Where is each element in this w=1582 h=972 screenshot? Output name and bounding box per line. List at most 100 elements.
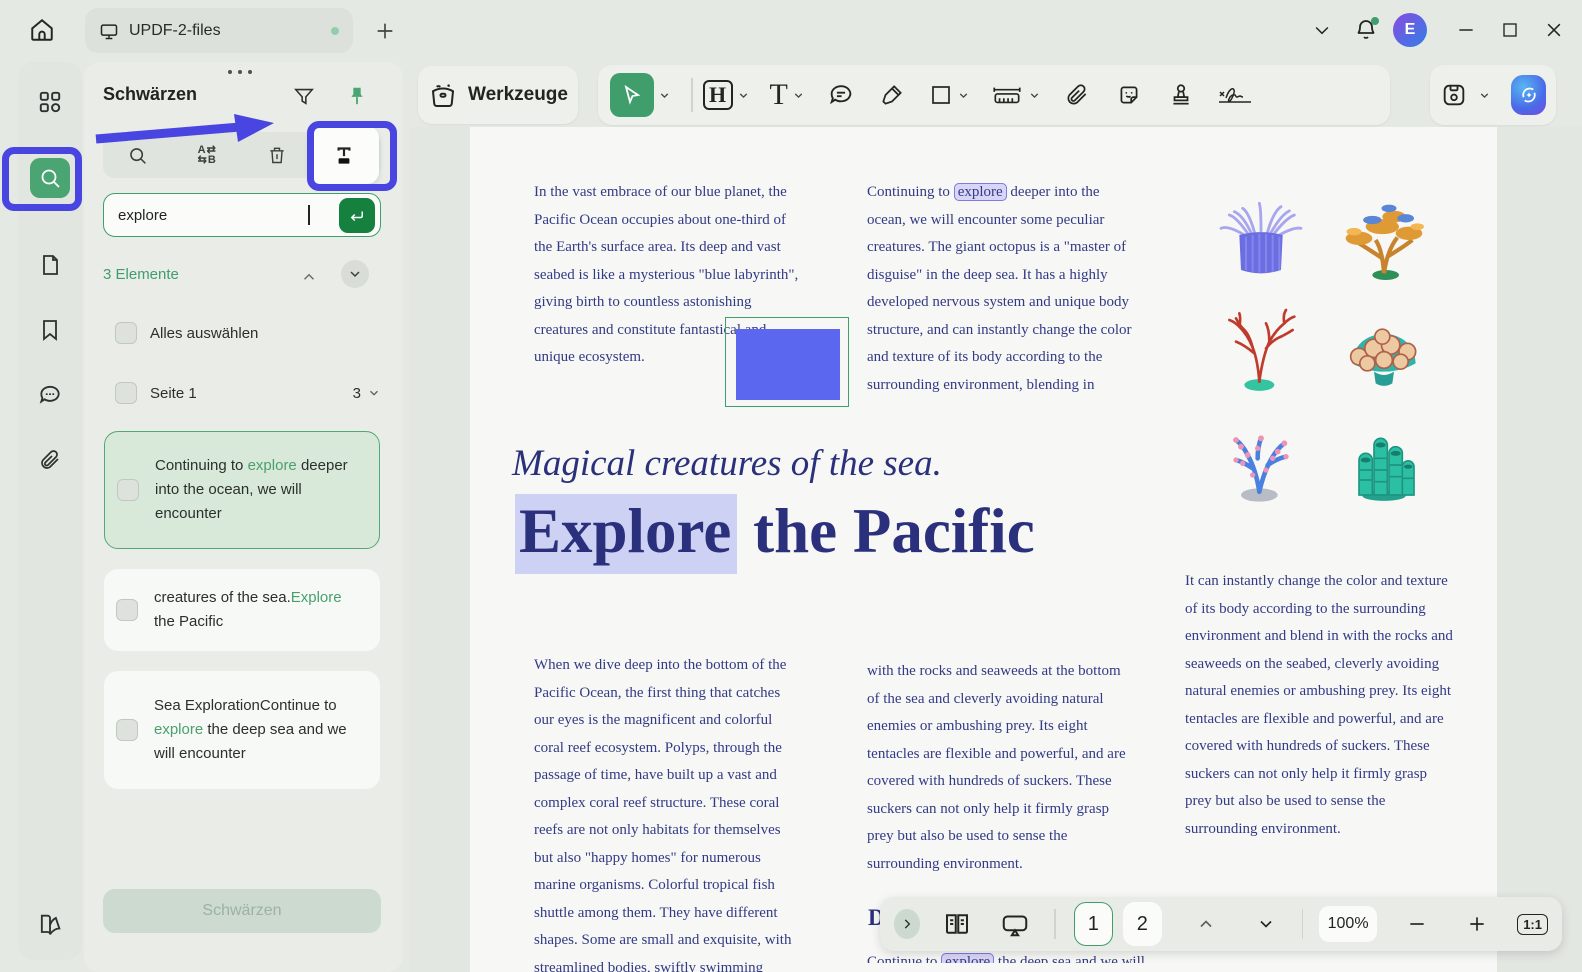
rail-comments-button[interactable] [30, 375, 70, 415]
search-result-item[interactable]: Sea ExplorationContinue to explore the d… [104, 671, 380, 789]
search-input[interactable] [104, 207, 314, 224]
expand-bar-button[interactable] [894, 909, 920, 939]
bookmark-icon [38, 318, 62, 342]
collapse-toolbar-button[interactable] [1300, 8, 1344, 52]
result-3-checkbox[interactable] [116, 719, 138, 741]
pin-button[interactable] [346, 85, 368, 107]
pen-tool-button[interactable] [879, 82, 905, 108]
annotation-toolbar: H T [598, 65, 1390, 125]
page-navigation-bar: 1 2 100% 1:1 [880, 897, 1562, 951]
rail-reader-mode-button[interactable] [30, 905, 70, 945]
save-dropdown[interactable] [1478, 89, 1491, 102]
next-page-button[interactable] [1256, 914, 1276, 934]
text-tool-dropdown[interactable] [792, 89, 805, 102]
zoom-out-button[interactable] [1407, 914, 1427, 934]
ai-assistant-button[interactable] [1511, 75, 1546, 115]
attach-tool-button[interactable] [1064, 82, 1090, 108]
annotation-box-search [2, 147, 82, 211]
save-button[interactable] [1440, 81, 1468, 109]
select-tool-button[interactable] [610, 73, 654, 117]
plus-icon [374, 20, 396, 42]
presentation-button[interactable] [1000, 909, 1030, 939]
open-book-icon [36, 911, 64, 939]
result-1-text: Continuing to explore deeper into the oc… [155, 454, 365, 526]
document-viewport[interactable]: In the vast embrace of our blue planet, … [410, 127, 1582, 972]
two-page-view-button[interactable] [942, 909, 972, 939]
redact-apply-button[interactable]: Schwärzen [103, 889, 381, 933]
tools-menu-button[interactable]: Werkzeuge [418, 66, 578, 124]
filter-icon [293, 85, 315, 107]
coral-image-mushroom [1323, 292, 1446, 402]
result-2-checkbox[interactable] [116, 599, 138, 621]
coral-image-red-fan [1200, 292, 1323, 402]
highlight-tool-dropdown[interactable] [737, 89, 750, 102]
rail-attachments-button[interactable] [30, 440, 70, 480]
signature-tool-button[interactable] [1217, 81, 1253, 109]
actual-size-button[interactable]: 1:1 [1517, 914, 1548, 935]
select-all-checkbox[interactable] [115, 322, 137, 344]
search-result-item[interactable]: Continuing to explore deeper into the oc… [104, 431, 380, 549]
page-1-button[interactable]: 1 [1074, 902, 1113, 946]
maximize-button[interactable] [1488, 8, 1532, 52]
previous-result-button[interactable] [300, 268, 322, 286]
home-button[interactable] [24, 12, 60, 48]
chevron-up-icon [300, 268, 318, 286]
chevron-down-icon [658, 89, 671, 102]
redaction-selection[interactable] [725, 317, 849, 407]
measure-tool-dropdown[interactable] [1028, 89, 1041, 102]
coral-image-anemone [1200, 182, 1323, 292]
page-2-button[interactable]: 2 [1123, 902, 1162, 946]
home-icon [29, 17, 55, 43]
search-result-item[interactable]: creatures of the sea.Explore the Pacific [104, 569, 380, 651]
coral-image-tube-sponge [1323, 402, 1446, 512]
minimize-button[interactable] [1444, 8, 1488, 52]
rail-pages-button[interactable] [30, 245, 70, 285]
redact-panel: Schwärzen A⇄⇆B [84, 62, 403, 972]
stamp-tool-button[interactable] [1168, 82, 1194, 108]
coral-image-grid [1200, 182, 1445, 512]
close-button[interactable] [1532, 8, 1576, 52]
select-tool-dropdown[interactable] [658, 89, 671, 102]
comment-tool-button[interactable] [827, 81, 855, 109]
zoom-in-button[interactable] [1467, 914, 1487, 934]
pdf-page-1: In the vast embrace of our blue planet, … [470, 127, 1497, 972]
document-tab[interactable]: UPDF-2-files [85, 8, 353, 53]
filter-button[interactable] [293, 85, 315, 107]
signature-icon [1217, 81, 1253, 109]
sticker-tool-button[interactable] [1116, 82, 1142, 108]
page-1-checkbox[interactable] [115, 382, 137, 404]
ruler-icon [990, 80, 1024, 110]
rail-bookmarks-button[interactable] [30, 310, 70, 350]
redaction-rectangle[interactable] [736, 329, 840, 400]
notifications-button[interactable] [1344, 8, 1388, 52]
doc-title: Explore the Pacific [515, 495, 1035, 568]
page-group-count: 3 [353, 385, 361, 402]
page-icon [38, 253, 62, 277]
minus-icon [1407, 914, 1427, 934]
annotation-box-redact [307, 121, 397, 191]
shape-tool-button[interactable] [929, 83, 953, 107]
title-highlight: Explore [515, 494, 737, 574]
paperclip-icon [38, 448, 62, 472]
text-tool-button[interactable]: T [770, 78, 788, 112]
book-spread-icon [942, 909, 972, 939]
measure-tool-button[interactable] [990, 80, 1024, 110]
zoom-level[interactable]: 100% [1319, 906, 1377, 942]
chevron-down-icon [1312, 20, 1332, 40]
previous-page-button[interactable] [1196, 914, 1216, 934]
result-1-checkbox[interactable] [117, 479, 139, 501]
annotation-arrow [92, 106, 284, 152]
chevron-down-icon[interactable] [367, 386, 381, 400]
tab-title: UPDF-2-files [129, 22, 221, 40]
rail-apps-button[interactable] [30, 82, 70, 122]
shape-tool-dropdown[interactable] [957, 89, 970, 102]
results-count-row: 3 Elemente [103, 262, 381, 290]
account-button[interactable]: E [1388, 8, 1432, 52]
search-submit-button[interactable] [339, 198, 375, 233]
new-tab-button[interactable] [372, 18, 398, 44]
next-result-button[interactable] [341, 260, 369, 288]
partial-line: Continue to explore the deep sea and we … [867, 949, 1167, 963]
panel-drag-handle[interactable] [222, 64, 258, 80]
highlight-tool-button[interactable]: H [703, 80, 733, 110]
unsaved-dot [331, 27, 339, 35]
